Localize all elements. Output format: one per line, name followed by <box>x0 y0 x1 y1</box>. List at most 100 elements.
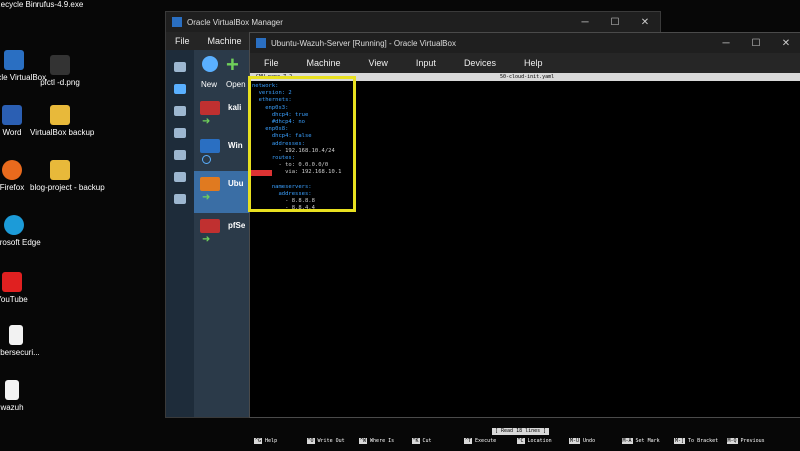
edge-icon[interactable]: Microsoft Edge <box>0 215 44 248</box>
shortcut-key: M-Q <box>726 438 738 444</box>
extensions-icon[interactable] <box>174 194 186 204</box>
rufus-icon[interactable]: rufus-4.9.exe <box>30 0 90 10</box>
vm-titlebar[interactable]: Ubuntu-Wazuh-Server [Running] - Oracle V… <box>250 33 800 53</box>
nano-filename: 50-cloud-init.yaml <box>500 74 555 80</box>
running-arrow-icon: ➜ <box>202 192 211 203</box>
vm-list: kali ➜ Win Ubu ➜ pfSe ➜ <box>194 95 252 417</box>
menu-input[interactable]: Input <box>402 58 450 68</box>
shortcut-item: ^T Execute <box>464 438 496 445</box>
desktop-icon-label: pfctl -d.png <box>40 78 80 87</box>
vm-item-windows[interactable]: Win <box>194 133 252 171</box>
menu-help[interactable]: Help <box>510 58 557 68</box>
vm-screen[interactable]: GNU nano 7.2 50-cloud-init.yaml network:… <box>248 73 800 444</box>
window-title: Oracle VirtualBox Manager <box>187 17 283 27</box>
add-icon[interactable]: + <box>226 54 244 76</box>
shortcut-key: M-U <box>569 438 581 444</box>
running-arrow-icon: ➜ <box>202 116 211 127</box>
manager-toolbar: + New Open <box>194 50 252 95</box>
shortcut-key: M-A <box>621 438 633 444</box>
shortcut-label: Help <box>262 438 278 444</box>
shortcut-label: Write Out <box>314 438 345 444</box>
shortcut-label: Where Is <box>367 438 395 444</box>
shortcut-label: Previous <box>737 438 765 444</box>
shortcut-key: ^C <box>516 438 525 444</box>
open-button[interactable]: Open <box>226 80 246 89</box>
shortcut-item: ^O Write Out <box>306 438 345 445</box>
media-icon[interactable] <box>174 106 186 116</box>
minimize-icon[interactable]: ─ <box>711 38 741 49</box>
shortcut-label: Undo <box>580 438 596 444</box>
close-icon[interactable]: ✕ <box>771 38 800 49</box>
desktop-icon-label: cybersecuri... <box>0 348 40 357</box>
folder-icon[interactable]: VirtualBox backup <box>30 105 94 138</box>
nano-shortcut-bar: ^G Help ^O Write Out ^W Where Is ^K Cut ^T E… <box>250 437 800 451</box>
minimize-icon[interactable]: ─ <box>570 17 600 28</box>
virtualbox-logo-icon <box>172 17 182 27</box>
shortcut-label: Cut <box>419 438 432 444</box>
shortcut-label: Location <box>524 438 552 444</box>
vm-name: pfSe <box>228 221 246 230</box>
nano-status: [ Read 18 lines ] <box>492 428 550 435</box>
desktop-icon-label: Microsoft Edge <box>0 238 41 247</box>
menu-devices[interactable]: Devices <box>450 58 510 68</box>
manager-titlebar[interactable]: Oracle VirtualBox Manager ─ ☐ ✕ <box>166 12 660 32</box>
desktop-icon-label: rufus-4.9.exe <box>36 0 84 9</box>
vm-name: kali <box>228 103 242 112</box>
vm-menubar: File Machine View Input Devices Help <box>250 53 800 73</box>
cloud-icon[interactable] <box>174 150 186 160</box>
youtube-icon[interactable]: YouTube <box>0 272 42 305</box>
close-icon[interactable]: ✕ <box>630 17 660 28</box>
vm-item-kali[interactable]: kali ➜ <box>194 95 252 133</box>
file-icon[interactable]: wazuh <box>0 380 42 413</box>
maximize-icon[interactable]: ☐ <box>741 38 771 49</box>
vm-window-title: Ubuntu-Wazuh-Server [Running] - Oracle V… <box>271 38 456 48</box>
os-icon <box>200 177 220 191</box>
vm-item-ubuntu[interactable]: Ubu ➜ <box>194 171 252 213</box>
shortcut-item: ^G Help <box>254 438 277 445</box>
shortcut-item: M-A Set Mark <box>621 438 660 445</box>
shortcut-label: To Bracket <box>685 438 719 444</box>
shortcut-label: Execute <box>472 438 497 444</box>
new-icon[interactable] <box>202 56 218 72</box>
png-file-icon[interactable]: pfctl -d.png <box>30 55 90 88</box>
shortcut-item: M-U Undo <box>569 438 595 445</box>
shortcut-key: ^O <box>306 438 315 444</box>
machines-icon[interactable] <box>174 84 186 94</box>
shortcut-key: ^K <box>411 438 420 444</box>
menu-machine[interactable]: Machine <box>293 58 355 68</box>
activity-icon[interactable] <box>174 172 186 182</box>
file-icon[interactable]: cybersecuri... <box>0 325 46 358</box>
folder-icon[interactable]: blog-project - backup <box>30 160 105 193</box>
new-button[interactable]: New <box>201 80 217 89</box>
tools-icon[interactable] <box>174 62 186 72</box>
maximize-icon[interactable]: ☐ <box>600 17 630 28</box>
shortcut-item: M-Q Previous <box>726 438 765 445</box>
shortcut-key: ^W <box>359 438 368 444</box>
shortcut-key: M-] <box>674 438 686 444</box>
os-icon <box>200 219 220 233</box>
desktop-icon-label: blog-project - backup <box>30 183 105 192</box>
desktop-icon-label: wazuh <box>0 403 24 412</box>
menu-file[interactable]: File <box>166 36 199 46</box>
shortcut-item: ^C Location <box>516 438 552 445</box>
shortcut-item: M-] To Bracket <box>674 438 718 445</box>
desktop-icon-label: YouTube <box>0 295 28 304</box>
shortcut-item: ^W Where Is <box>359 438 394 445</box>
network-icon[interactable] <box>174 128 186 138</box>
manager-sidebar <box>166 50 194 417</box>
menu-view[interactable]: View <box>355 58 402 68</box>
virtualbox-logo-icon <box>256 38 266 48</box>
shortcut-label: Set Mark <box>632 438 660 444</box>
os-icon <box>200 139 220 153</box>
saved-state-icon <box>202 155 211 164</box>
vm-name: Win <box>228 141 243 150</box>
vm-name: Ubu <box>228 179 244 188</box>
menu-machine[interactable]: Machine <box>199 36 251 46</box>
menu-file[interactable]: File <box>250 58 293 68</box>
shortcut-key: ^T <box>464 438 473 444</box>
vm-item-pfsense[interactable]: pfSe ➜ <box>194 213 252 251</box>
yellow-highlight-box <box>248 76 356 212</box>
running-arrow-icon: ➜ <box>202 234 211 245</box>
shortcut-item: ^K Cut <box>411 438 432 445</box>
shortcut-key: ^G <box>254 438 263 444</box>
